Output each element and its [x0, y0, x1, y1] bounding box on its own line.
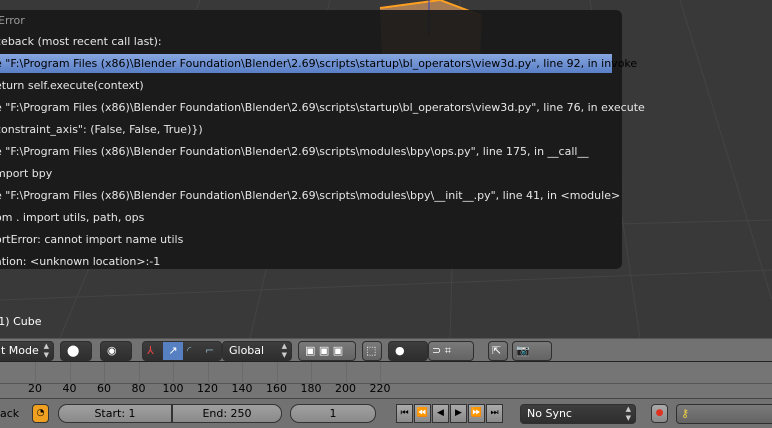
error-line-selected[interactable]: e "F:\Program Files (x86)\Blender Founda… [0, 54, 637, 73]
timeline-tick-label: 220 [369, 382, 391, 395]
orientation-select[interactable]: Global ▲ ▼ [222, 341, 292, 361]
error-line: eturn self.execute(context) [0, 79, 144, 92]
3d-view-header: t Mode ▲ ▼ ⬤ ◉ ⅄ ↗ ◜ ⌐ Global ▲ ▼ ▣ ▣ ▣ ⬚ ● … [0, 338, 772, 362]
jump-keyframe-back-icon[interactable]: ⏪ [414, 404, 431, 423]
select-icon: ⬚ [366, 344, 377, 357]
translate-icon[interactable]: ↗ [163, 342, 183, 360]
updown-icon: ▲ ▼ [281, 342, 287, 359]
error-line: constraint_axis": (False, False, True)}) [0, 123, 203, 136]
current-frame-field[interactable]: 1 [290, 404, 376, 423]
render-buttons[interactable]: 📷 [512, 341, 552, 361]
pivot-icon: ◉ [107, 344, 117, 357]
error-line: e "F:\Program Files (x86)\Blender Founda… [0, 101, 645, 114]
orientation-label: Global [229, 344, 265, 357]
select-box-button[interactable]: ⬚ [362, 341, 382, 361]
sphere-icon: ⬤ [67, 344, 80, 357]
error-line: e "F:\Program Files (x86)\Blender Founda… [0, 189, 621, 202]
end-frame-field[interactable]: End: 250 [172, 404, 282, 423]
snap-group[interactable]: ⊃ ⌗ [428, 341, 474, 361]
render-icon: ⇱ [492, 344, 502, 357]
error-line: om . import utils, path, ops [0, 211, 145, 224]
record-icon[interactable]: ● [651, 404, 668, 423]
start-frame-field[interactable]: Start: 1 [58, 404, 172, 423]
timeline-tick [69, 362, 71, 384]
timeline-tick-label: 140 [231, 382, 253, 395]
error-line: mport bpy [0, 167, 53, 180]
mode-label: t Mode [1, 344, 39, 357]
manipulator-group[interactable]: ⅄ ↗ ◜ ⌐ [142, 341, 222, 361]
jump-keyframe-forward-icon[interactable]: ⏩ [468, 404, 485, 423]
key-icon: ⚷ [681, 407, 690, 420]
scale-icon[interactable]: ⌐ [205, 342, 214, 360]
keying-set-field[interactable]: ⚷ [676, 404, 772, 424]
layers-group[interactable]: ▣ ▣ ▣ [298, 341, 356, 361]
timeline-tick-label: 100 [162, 382, 184, 395]
timeline-tick [276, 362, 278, 384]
error-popup: Error ceback (most recent call last): e … [0, 10, 645, 269]
play-icon[interactable]: ▶ [450, 404, 467, 423]
sync-label: No Sync [527, 407, 572, 420]
timeline-tick [35, 362, 36, 384]
jump-end-icon[interactable]: ⏭ [486, 404, 503, 423]
timeline-tick [173, 362, 174, 384]
updown-icon: ▲ ▼ [625, 405, 631, 422]
timeline-ruler[interactable]: 20 40 60 80 100 120 140 160 180 200 220 [0, 362, 772, 398]
play-reverse-icon[interactable]: ◀ [432, 404, 449, 423]
cube-icon: ▣ ▣ ▣ [305, 344, 344, 357]
proportional-edit-select[interactable]: ● [388, 341, 428, 361]
clock-icon[interactable]: ◔ [32, 404, 49, 423]
timeline-tick [242, 362, 243, 384]
error-line: ation: <unknown location>:-1 [0, 255, 161, 268]
timeline-tick [138, 362, 140, 384]
timeline-header: ack ◔ Start: 1 End: 250 1 ⏮ ⏪ ◀ ▶ ⏩ ⏭ No… [0, 398, 772, 428]
mode-select[interactable]: t Mode ▲ ▼ [0, 341, 54, 361]
rotate-icon[interactable]: ◜ [187, 342, 191, 360]
timeline-tick [311, 362, 312, 384]
error-line: ceback (most recent call last): [0, 35, 162, 48]
updown-icon: ▲ ▼ [43, 342, 49, 359]
render-region-button[interactable]: ⇱ [488, 341, 508, 361]
error-line: e "F:\Program Files (x86)\Blender Founda… [0, 145, 589, 158]
object-label: (1) Cube [0, 315, 42, 328]
camera-icon: 📷 [516, 344, 530, 357]
timeline-tick-label: 200 [335, 382, 356, 395]
timeline-tick [380, 362, 381, 384]
manipulator-icon[interactable]: ⅄ [147, 342, 154, 360]
timeline-tick-label: 40 [62, 382, 77, 395]
circle-icon: ● [395, 344, 405, 357]
timeline-tick-label: 60 [97, 382, 111, 395]
pivot-select[interactable]: ◉ [100, 341, 132, 361]
timeline-tick [207, 362, 209, 384]
timeline-tick [345, 362, 347, 384]
jump-start-icon[interactable]: ⏮ [396, 404, 413, 423]
timeline-tick-label: 180 [300, 382, 322, 395]
timeline-tick-label: 80 [131, 382, 146, 395]
timeline-tick-label: 160 [266, 382, 287, 395]
timeline-tick [104, 362, 105, 384]
timeline-tick-label: 120 [197, 382, 218, 395]
error-title: Error [0, 14, 25, 27]
timeline-tick-label: 20 [28, 382, 42, 395]
shading-select[interactable]: ⬤ [60, 341, 92, 361]
sync-select[interactable]: No Sync ▲ ▼ [520, 404, 636, 424]
error-line: ortError: cannot import name utils [0, 233, 184, 246]
magnet-icon: ⊃ ⌗ [432, 344, 451, 357]
view-menu[interactable]: ack [0, 407, 19, 420]
